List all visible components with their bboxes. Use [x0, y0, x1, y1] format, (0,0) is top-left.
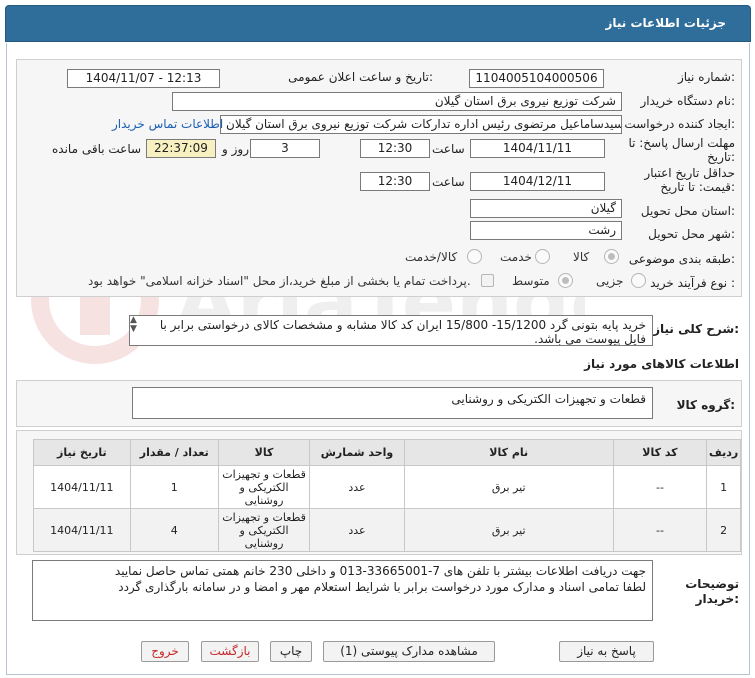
process-minor-label: جزیی: [596, 274, 624, 288]
validity-date-field: 1404/12/11: [470, 172, 605, 191]
cell-unit: عدد: [309, 508, 405, 552]
city-field: رشت: [470, 221, 622, 240]
table-row: 1 -- تیر برق عدد قطعات و تجهیزات الکتریک…: [33, 465, 741, 509]
category-service-label: خدمت: [500, 250, 532, 264]
province-label: استان محل تحویل:: [640, 204, 735, 218]
cell-goods: قطعات و تجهیزات الکتریکی و روشنایی: [217, 465, 311, 509]
buyer-notes-textarea: جهت دریافت اطلاعات بیشتر با تلفن های 7-3…: [32, 560, 653, 621]
table-row: 2 -- تیر برق عدد قطعات و تجهیزات الکتریک…: [33, 508, 741, 552]
attachments-button[interactable]: مشاهده مدارک پیوستی (1): [323, 641, 495, 662]
print-button[interactable]: چاپ: [270, 641, 312, 662]
back-button[interactable]: بازگشت: [201, 641, 259, 662]
reply-button[interactable]: پاسخ به نیاز: [559, 641, 654, 662]
cell-quantity: 4: [129, 508, 219, 552]
remaining-time-field: 22:37:09: [146, 139, 216, 158]
deadline-label-2: تاریخ:: [707, 150, 735, 164]
cell-code: --: [612, 508, 708, 552]
buyer-org-field: شرکت توزیع نیروی برق استان گیلان: [172, 92, 622, 111]
creator-field: سیدساماعیل مرتضوی رئیس اداره تدارکات شرک…: [220, 115, 622, 134]
cell-need-date: 1404/11/11: [33, 508, 131, 552]
cell-name: تیر برق: [403, 508, 614, 552]
buyer-notes-line-2: لطفا تمامی اسناد و مدارک مورد درخواست بر…: [118, 580, 646, 594]
city-label: شهر محل تحویل:: [648, 227, 735, 241]
table-header-row: ردیف کد کالا نام کالا واحد شمارش کالا تع…: [33, 439, 741, 466]
cell-code: --: [612, 465, 708, 509]
announce-label: تاریخ و ساعت اعلان عمومی:: [288, 70, 433, 84]
buyer-notes-label: توضیحات: [685, 577, 739, 591]
category-both-label: کالا/خدمت: [405, 250, 458, 264]
province-field: گیلان: [470, 199, 622, 218]
need-number-label: شماره نیاز:: [677, 70, 735, 84]
process-medium-label: متوسط: [512, 274, 550, 288]
col-need-date: تاریخ نیاز: [33, 439, 131, 466]
goods-group-label: گروه کالا:: [676, 398, 735, 412]
process-radio-minor[interactable]: [631, 273, 646, 288]
days-field: 3: [250, 139, 320, 158]
page-header: جزئیات اطلاعات نیاز: [5, 5, 751, 42]
buyer-org-label: نام دستگاه خریدار:: [640, 94, 736, 108]
need-number-field: 1104005104000506: [469, 69, 604, 88]
creator-label: ایجاد کننده درخواست:: [624, 117, 735, 131]
treasury-payment-checkbox[interactable]: [481, 274, 494, 287]
cell-quantity: 1: [129, 465, 219, 509]
validity-label-2: قیمت: تا تاریخ:: [660, 180, 735, 194]
col-name: نام کالا: [403, 439, 614, 466]
cell-need-date: 1404/11/11: [33, 465, 131, 509]
col-quantity: تعداد / مقدار: [129, 439, 219, 466]
validity-label: حداقل تاریخ اعتبار: [644, 166, 735, 180]
goods-info-title: اطلاعات کالاهای مورد نیاز: [584, 357, 739, 371]
goods-group-field: قطعات و تجهیزات الکتریکی و روشنایی: [132, 387, 653, 419]
category-radio-both[interactable]: [467, 249, 482, 264]
col-goods: کالا: [217, 439, 311, 466]
validity-time-label: ساعت: [432, 175, 465, 189]
cell-goods: قطعات و تجهیزات الکتریکی و روشنایی: [217, 508, 311, 552]
deadline-date-field: 1404/11/11: [470, 139, 605, 158]
category-radio-service[interactable]: [535, 249, 550, 264]
description-textarea[interactable]: خرید پایه بتونی گرد 15/1200- 15/800 ایرا…: [129, 315, 653, 346]
cell-row: 2: [706, 508, 741, 552]
process-radio-medium[interactable]: [558, 273, 573, 288]
col-unit: واحد شمارش: [309, 439, 405, 466]
description-label: شرح کلی نیاز:: [653, 322, 739, 336]
process-label: نوع فرآیند خرید :: [650, 276, 735, 290]
col-code: کد کالا: [612, 439, 708, 466]
category-goods-label: کالا: [573, 250, 590, 264]
remaining-label: ساعت باقی مانده: [52, 142, 142, 156]
cell-unit: عدد: [309, 465, 405, 509]
deadline-time-label: ساعت: [432, 142, 465, 156]
col-row: ردیف: [706, 439, 741, 466]
treasury-payment-note: پرداخت تمام یا بخشی از مبلغ خرید،از محل …: [88, 274, 471, 288]
deadline-time-field: 12:30: [360, 139, 430, 158]
cell-row: 1: [706, 465, 741, 509]
announce-datetime-field: 1404/11/07 - 12:13: [67, 69, 220, 88]
exit-button[interactable]: خروج: [141, 641, 189, 662]
buyer-notes-label-2: خریدار:: [695, 592, 739, 606]
days-label: روز و: [222, 142, 249, 156]
contact-info-link[interactable]: اطلاعات تماس خریدار: [112, 117, 223, 131]
category-label: طبقه بندی موضوعی:: [628, 252, 735, 266]
validity-time-field: 12:30: [360, 172, 430, 191]
items-table: ردیف کد کالا نام کالا واحد شمارش کالا تع…: [33, 439, 741, 552]
deadline-label: مهلت ارسال پاسخ: تا: [628, 136, 735, 150]
buyer-notes-line-1: جهت دریافت اطلاعات بیشتر با تلفن های 7-3…: [114, 564, 646, 578]
page-title: جزئیات اطلاعات نیاز: [605, 16, 726, 30]
cell-name: تیر برق: [403, 465, 614, 509]
category-radio-goods[interactable]: [604, 249, 619, 264]
scroll-arrows-icon[interactable]: ▲ ▼: [130, 316, 137, 334]
